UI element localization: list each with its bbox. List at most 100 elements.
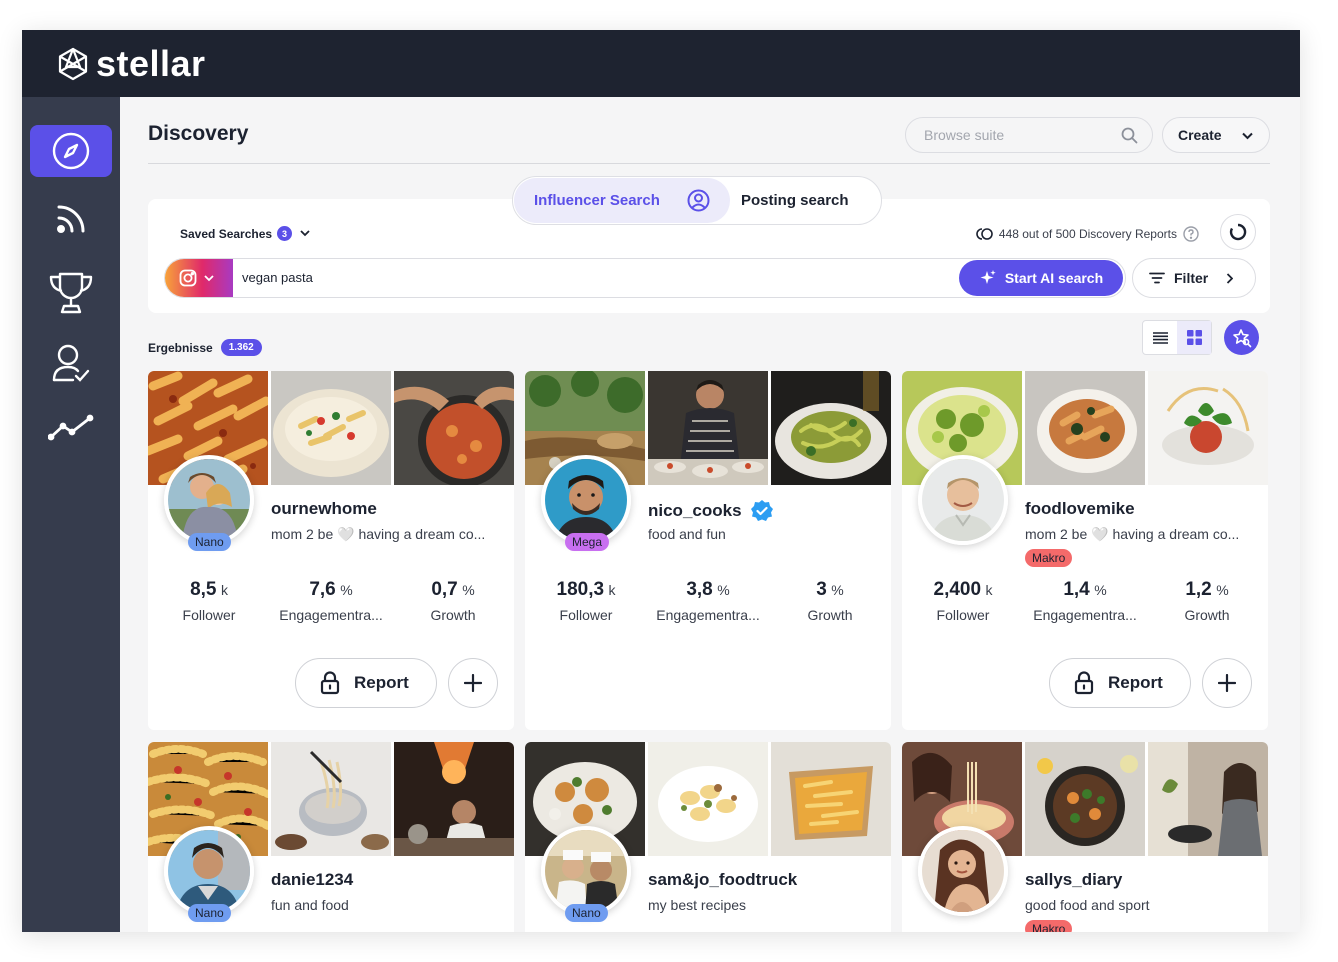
- chevron-right-icon: [1226, 273, 1233, 284]
- influencer-card[interactable]: Nano danie1234 fun and food: [148, 742, 514, 932]
- username[interactable]: sallys_diary: [1025, 870, 1122, 890]
- sidebar-item-discovery[interactable]: [30, 125, 112, 177]
- stat-value: 3,8: [686, 579, 713, 600]
- avatar: [164, 826, 254, 916]
- tier-badge: Nano: [188, 533, 231, 551]
- username[interactable]: sam&jo_foodtruck: [648, 870, 797, 890]
- create-button[interactable]: Create: [1162, 117, 1270, 153]
- stat-label: Engagementra...: [656, 607, 760, 623]
- tab-posting-search[interactable]: Posting search: [741, 178, 849, 223]
- tab-posting-label: Posting search: [741, 192, 849, 209]
- tab-influencer-search[interactable]: Influencer Search: [514, 178, 730, 223]
- bio: my best recipes: [648, 897, 747, 913]
- post-thumbnail[interactable]: [1025, 742, 1145, 856]
- sidebar-item-relations[interactable]: [30, 337, 112, 389]
- filter-icon: [1149, 272, 1165, 284]
- influencer-card[interactable]: sallys_diary good food and sport Makro: [902, 742, 1268, 932]
- chevron-down-icon: [1242, 132, 1253, 140]
- bio: mom 2 be 🤍 having a dream co...: [271, 526, 486, 542]
- report-button[interactable]: Report: [1049, 658, 1191, 708]
- post-thumbnail[interactable]: [394, 742, 514, 856]
- bio: fun and food: [271, 897, 349, 913]
- post-thumbnail[interactable]: [1148, 742, 1268, 856]
- grid-view-button[interactable]: [1177, 321, 1211, 354]
- username[interactable]: foodlovemike: [1025, 499, 1135, 519]
- post-thumbnail[interactable]: [648, 371, 768, 485]
- post-thumbnail[interactable]: [648, 742, 768, 856]
- stat-label: Follower: [936, 607, 990, 623]
- search-bar: vegan pasta Start AI search: [164, 258, 1126, 298]
- post-thumbnail[interactable]: [394, 371, 514, 485]
- create-label: Create: [1178, 127, 1222, 143]
- sparkle-icon: [980, 270, 996, 284]
- saved-searches-label: Saved Searches: [180, 226, 273, 241]
- sidebar-item-campaigns[interactable]: [30, 267, 112, 319]
- influencer-card[interactable]: Nano ournewhome mom 2 be 🤍 having a drea…: [148, 371, 514, 730]
- username[interactable]: ournewhome: [271, 499, 377, 519]
- compass-icon: [52, 132, 90, 170]
- ai-recommendation-button[interactable]: [1224, 320, 1259, 355]
- search-query-input[interactable]: vegan pasta: [242, 270, 313, 285]
- help-icon[interactable]: [1183, 226, 1199, 242]
- results-count: 1.362: [220, 339, 262, 356]
- stat-label: Growth: [1184, 607, 1230, 623]
- stat-growth: 1,2 % Growth: [1146, 579, 1268, 623]
- stats-row: 180,3 k Follower 3,8 % Engagementra... 3 %…: [525, 579, 891, 623]
- username-text: danie1234: [271, 870, 354, 889]
- report-quota-text: 448 out of 500 Discovery Reports: [998, 227, 1177, 241]
- avatar: [918, 826, 1008, 916]
- post-thumbnail[interactable]: [271, 371, 391, 485]
- add-to-list-button[interactable]: [1202, 658, 1252, 708]
- tier-badge: Makro: [1025, 920, 1073, 932]
- influencer-card[interactable]: Nano sam&jo_foodtruck my best recipes: [525, 742, 891, 932]
- sidebar-item-analytics[interactable]: [30, 401, 112, 453]
- stellar-logo-icon: [58, 47, 88, 80]
- post-thumbnail[interactable]: [271, 742, 391, 856]
- avatar: [918, 455, 1008, 545]
- avatar: [541, 826, 631, 916]
- refresh-button[interactable]: [1220, 214, 1256, 250]
- browse-suite-input[interactable]: Browse suite: [905, 117, 1153, 153]
- stat-label: Engagementra...: [1033, 607, 1137, 623]
- stat-engagement: 3,8 % Engagementra...: [647, 579, 769, 623]
- saved-searches-count: 3: [277, 226, 293, 241]
- tab-influencer-label: Influencer Search: [534, 192, 660, 209]
- top-bar: stellar: [22, 30, 1300, 97]
- stat-unit: %: [1094, 582, 1107, 598]
- saved-searches-dropdown[interactable]: Saved Searches 3: [180, 226, 310, 241]
- stat-engagement: 7,6 % Engagementra...: [270, 579, 392, 623]
- post-thumbnail[interactable]: [771, 742, 891, 856]
- filter-button[interactable]: Filter: [1132, 258, 1256, 298]
- post-thumbnail[interactable]: [1148, 371, 1268, 485]
- page-title: Discovery: [148, 122, 249, 145]
- stat-unit: %: [831, 582, 844, 598]
- stat-label: Follower: [559, 607, 613, 623]
- sidebar-item-feed[interactable]: [30, 193, 112, 245]
- search-icon: [1121, 127, 1138, 144]
- influencer-card[interactable]: Mega nico_cooks food and fun 180,3 k Foll…: [525, 371, 891, 730]
- stat-followers: 180,3 k Follower: [525, 579, 647, 623]
- post-thumbnail[interactable]: [1025, 371, 1145, 485]
- stat-label: Growth: [807, 607, 853, 623]
- post-thumbnail[interactable]: [771, 371, 891, 485]
- header-divider: [148, 163, 1270, 164]
- add-to-list-button[interactable]: [448, 658, 498, 708]
- plus-icon: [1218, 674, 1236, 692]
- influencer-card[interactable]: foodlovemike mom 2 be 🤍 having a dream c…: [902, 371, 1268, 730]
- trend-icon: [48, 414, 94, 441]
- lock-icon: [320, 671, 340, 695]
- report-label: Report: [1108, 673, 1163, 692]
- instagram-icon: [179, 269, 197, 287]
- username-text: nico_cooks: [648, 501, 742, 520]
- stat-value: 2,400: [933, 579, 982, 600]
- list-view-button[interactable]: [1143, 321, 1177, 354]
- stat-value: 1,4: [1063, 579, 1090, 600]
- verified-badge-icon: [750, 500, 773, 521]
- username[interactable]: danie1234: [271, 870, 353, 890]
- platform-select[interactable]: [165, 259, 233, 297]
- plus-icon: [464, 674, 482, 692]
- lock-icon: [1074, 671, 1094, 695]
- start-ai-search-button[interactable]: Start AI search: [959, 260, 1123, 296]
- username[interactable]: nico_cooks: [648, 499, 774, 523]
- report-button[interactable]: Report: [295, 658, 437, 708]
